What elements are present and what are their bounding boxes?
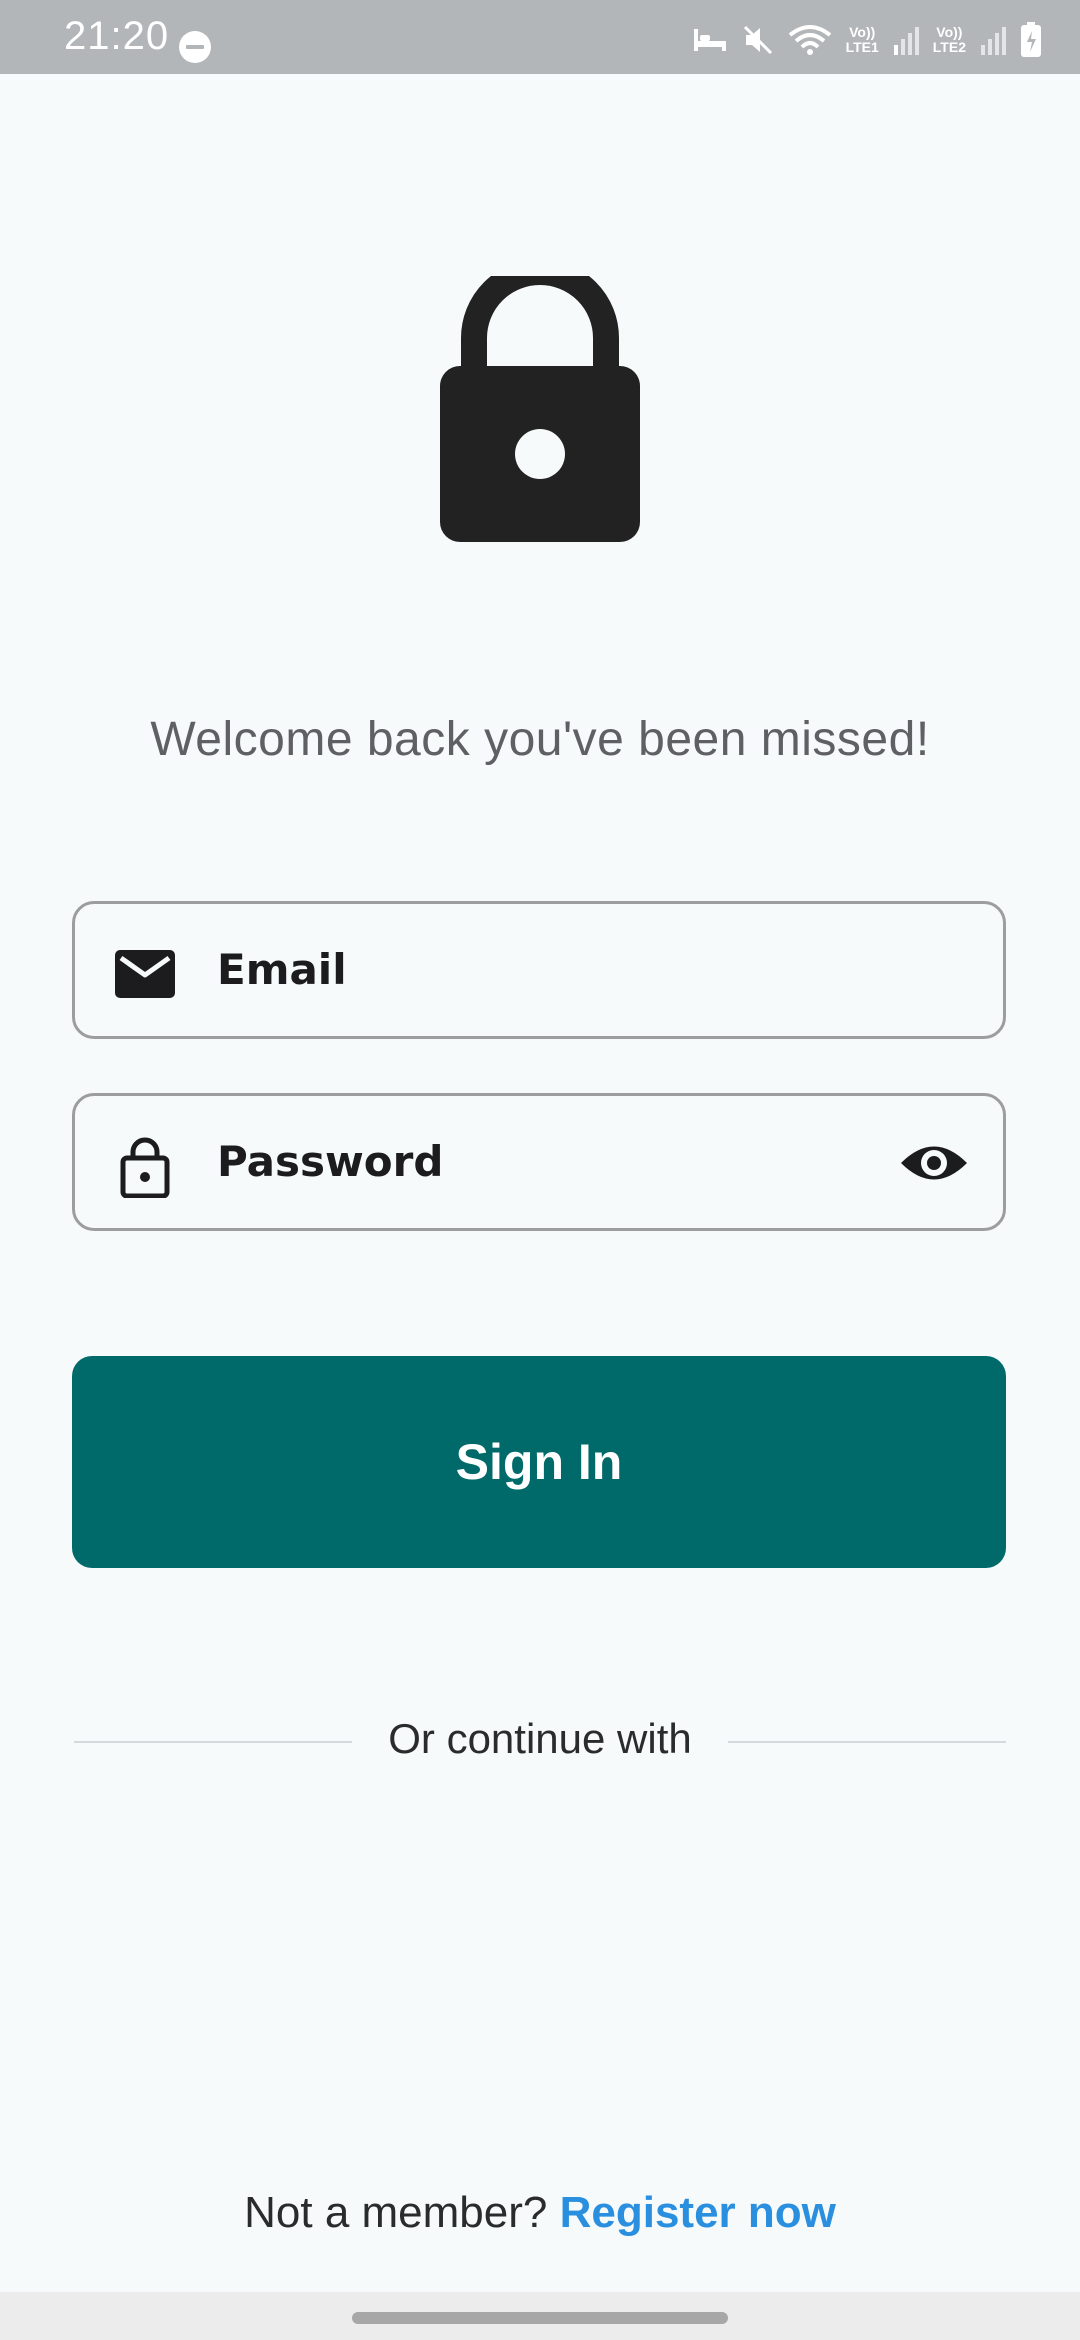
- password-field[interactable]: Password: [72, 1093, 1006, 1231]
- email-field[interactable]: Email: [72, 901, 1006, 1039]
- divider-line-right: [728, 1741, 1006, 1743]
- register-link[interactable]: Register now: [560, 2188, 836, 2237]
- status-icons: Vo)) LTE1 Vo)) LTE2: [692, 18, 1042, 62]
- sleep-mode-icon: [693, 29, 726, 51]
- wifi-icon: [788, 25, 831, 55]
- home-handle[interactable]: [352, 2312, 728, 2324]
- signal-icon: [893, 27, 919, 55]
- status-bar: 21:20 Vo)) LTE1 Vo)) LTE2: [0, 0, 1080, 74]
- footer-prompt: Not a member?: [244, 2188, 560, 2237]
- mute-icon: [743, 25, 772, 55]
- divider-line-left: [74, 1741, 352, 1743]
- divider-text: Or continue with: [388, 1715, 692, 1762]
- eye-icon[interactable]: [899, 1138, 969, 1188]
- sign-in-button[interactable]: Sign In: [72, 1356, 1006, 1568]
- status-time: 21:20: [64, 14, 170, 58]
- footer: Not a member? Register now: [0, 2188, 1080, 2238]
- sim2-label: Vo)) LTE2: [932, 24, 966, 55]
- welcome-text: Welcome back you've been missed!: [150, 713, 930, 766]
- do-not-disturb-icon: [179, 31, 211, 63]
- mail-icon: [115, 950, 175, 998]
- password-label: Password: [217, 1137, 444, 1186]
- lock-icon: [440, 276, 640, 542]
- email-label: Email: [217, 945, 347, 994]
- signal-icon: [981, 27, 1006, 55]
- lock-outline-icon: [120, 1137, 170, 1198]
- sim1-label: Vo)) LTE1: [845, 24, 879, 55]
- battery-charging-icon: [1021, 22, 1041, 57]
